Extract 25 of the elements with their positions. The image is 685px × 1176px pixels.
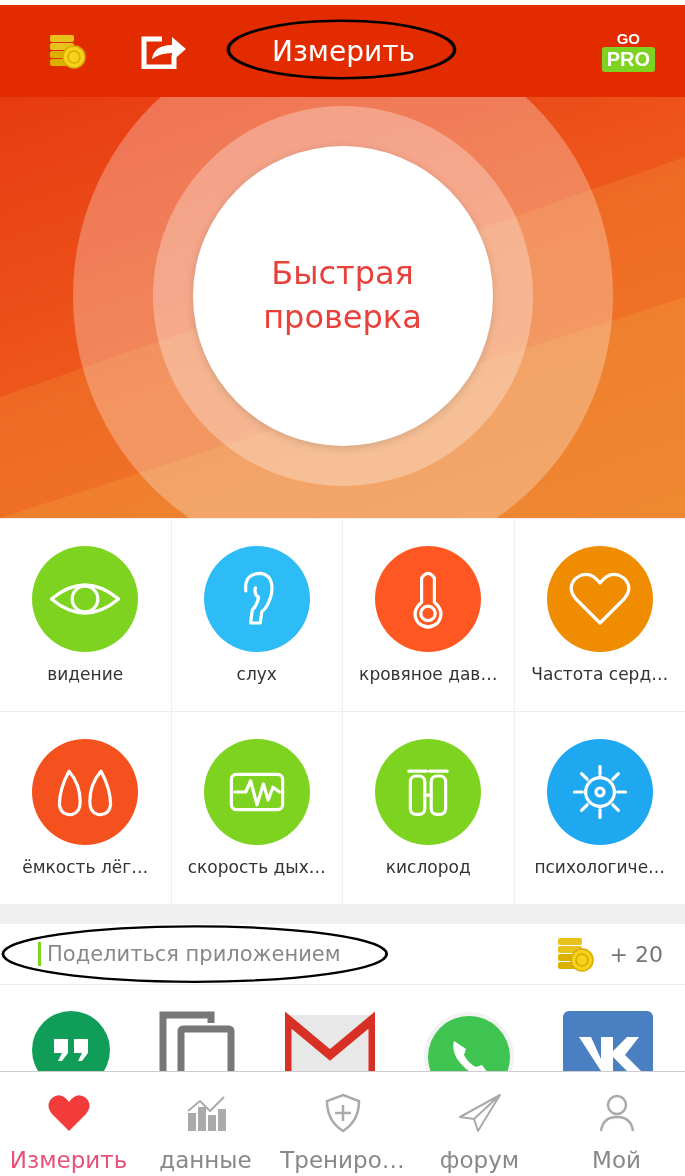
test-tile[interactable]: скорость дых… [171, 712, 342, 904]
quick-check-button[interactable]: Быстрая проверка [192, 145, 493, 446]
test-tile[interactable]: ёмкость лёг… [0, 712, 171, 904]
phone-icon[interactable] [424, 1011, 515, 1071]
copy-icon[interactable] [158, 1011, 237, 1071]
paper-plane-icon [457, 1093, 502, 1133]
test-tile[interactable]: кислород [343, 712, 514, 904]
test-tile[interactable]: слух [171, 519, 342, 711]
share-app-label: Поделиться приложением [38, 942, 341, 966]
coins-icon [555, 936, 596, 972]
nav-tab[interactable]: Мой [548, 1072, 685, 1175]
vk-icon[interactable] [562, 1011, 653, 1071]
nav-tab[interactable]: Трениро… [274, 1072, 411, 1175]
nav-tab[interactable]: форум [411, 1072, 548, 1175]
test-tile[interactable]: Частота серд… [514, 519, 685, 711]
mail-icon[interactable] [285, 1011, 376, 1071]
quote-bubble-icon[interactable] [32, 1011, 111, 1071]
test-tile[interactable]: видение [0, 519, 171, 711]
test-tile[interactable]: кровяное дав… [343, 519, 514, 711]
heart-icon [46, 1093, 91, 1133]
test-tile[interactable]: психологиче… [514, 712, 685, 904]
screen-title: Измерить [248, 34, 439, 68]
nav-tab[interactable]: данные [137, 1072, 274, 1175]
nav-tab[interactable]: Измерить [0, 1072, 137, 1175]
reward-amount: + 20 [609, 941, 663, 967]
